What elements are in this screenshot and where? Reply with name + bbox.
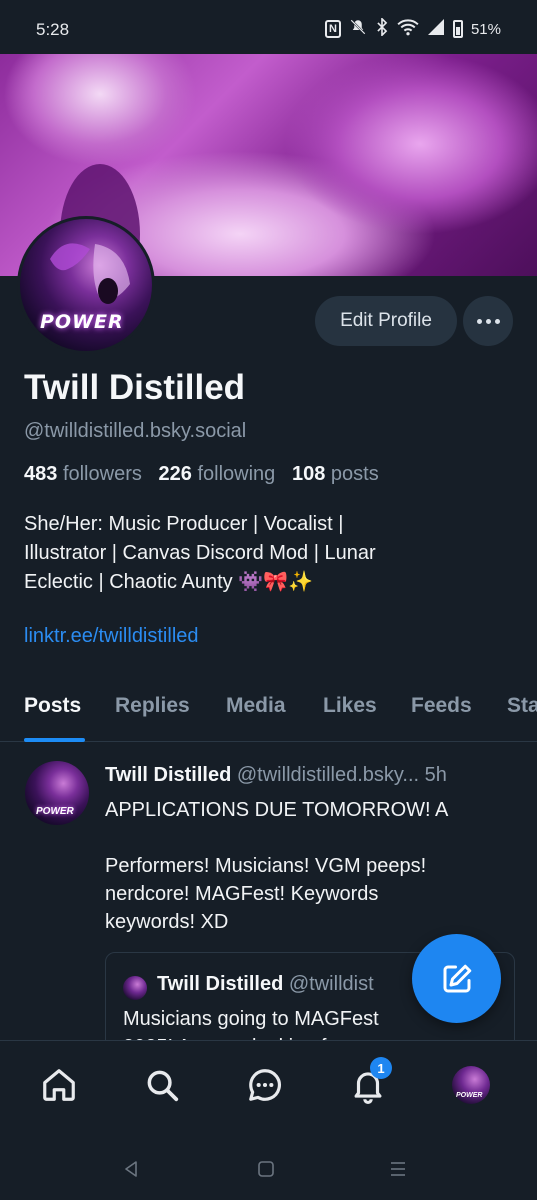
- status-bar: 5:28 N 51%: [0, 0, 537, 54]
- post-handle[interactable]: @twilldistilled.bsky...: [237, 764, 419, 786]
- tab-media[interactable]: Media: [226, 694, 286, 718]
- profile-avatar[interactable]: POWER: [17, 216, 155, 354]
- search-icon: [147, 1070, 179, 1102]
- post-header: Twill Distilled @twilldistilled.bsky... …: [105, 764, 525, 787]
- bio-line: She/Her: Music Producer | Vocalist |: [24, 513, 344, 535]
- tab-starter-packs[interactable]: Sta: [507, 694, 537, 718]
- display-name: Twill Distilled: [24, 368, 246, 407]
- chat-icon: [249, 1069, 281, 1101]
- quote-author: Twill Distilled: [157, 973, 284, 995]
- battery-icon: [452, 20, 463, 38]
- post-author[interactable]: Twill Distilled: [105, 764, 231, 786]
- system-back-button[interactable]: [116, 1154, 146, 1184]
- post-line: APPLICATIONS DUE TOMORROW! A: [105, 799, 449, 821]
- quote-header: Twill Distilled @twilldist: [157, 973, 374, 996]
- tab-feeds[interactable]: Feeds: [411, 694, 472, 718]
- active-tab-indicator: [24, 738, 85, 742]
- tab-posts[interactable]: Posts: [24, 694, 81, 718]
- post-line: keywords! XD: [105, 911, 229, 933]
- quote-avatar: [123, 976, 147, 1000]
- bluetooth-icon: [375, 16, 389, 40]
- post-line: [105, 824, 515, 852]
- profile-bio: She/Her: Music Producer | Vocalist | Ill…: [24, 510, 504, 597]
- battery-percent: 51%: [470, 20, 501, 38]
- bio-line: Illustrator | Canvas Discord Mod | Lunar: [24, 542, 376, 564]
- back-icon: [125, 1161, 137, 1177]
- avatar-logo-text: POWER: [40, 311, 124, 333]
- quote-handle: @twilldist: [288, 973, 374, 995]
- bottom-nav: 1 POWER: [0, 1040, 537, 1136]
- nav-home[interactable]: [35, 1061, 83, 1109]
- avatar-artwork: [50, 243, 130, 304]
- system-recents-button[interactable]: [383, 1154, 413, 1184]
- nav-chat[interactable]: [241, 1061, 289, 1109]
- edit-profile-button[interactable]: Edit Profile: [315, 296, 457, 346]
- more-options-button[interactable]: [463, 296, 513, 346]
- post-line: Performers! Musicians! VGM peeps!: [105, 855, 427, 877]
- post-body[interactable]: APPLICATIONS DUE TOMORROW! A Performers!…: [105, 796, 515, 936]
- tab-likes[interactable]: Likes: [323, 694, 377, 718]
- compose-button[interactable]: [412, 934, 501, 1023]
- posts-stat: 108 posts: [291, 463, 379, 485]
- square-icon: [258, 1161, 274, 1177]
- following-stat[interactable]: 226 following: [159, 463, 276, 485]
- nav-search[interactable]: [138, 1061, 186, 1109]
- signal-icon: [427, 18, 445, 40]
- profile-handle: @twilldistilled.bsky.social: [24, 420, 247, 442]
- post-avatar-logo-text: POWER: [36, 806, 74, 817]
- post-line: nerdcore! MAGFest! Keywords: [105, 883, 379, 905]
- system-nav-bar: [0, 1136, 537, 1200]
- ellipsis-icon: [476, 318, 482, 324]
- recents-icon: [391, 1162, 405, 1176]
- home-icon: [43, 1069, 75, 1101]
- nav-notifications[interactable]: 1: [344, 1057, 392, 1109]
- profile-stats: 483 followers 226 following 108 posts: [24, 463, 379, 486]
- status-icons: N 51%: [325, 16, 501, 40]
- bio-line: Eclectic | Chaotic Aunty 👾🎀✨: [24, 571, 313, 593]
- compose-icon: [443, 964, 471, 992]
- followers-stat[interactable]: 483 followers: [24, 463, 142, 485]
- nfc-icon: N: [325, 20, 341, 38]
- post-time: 5h: [424, 764, 447, 786]
- post-avatar[interactable]: POWER: [25, 761, 89, 825]
- tab-replies[interactable]: Replies: [115, 694, 190, 718]
- notification-badge: 1: [370, 1057, 392, 1079]
- status-time: 5:28: [36, 20, 70, 39]
- nav-avatar-logo-text: POWER: [456, 1092, 483, 1099]
- profile-tabs: Posts Replies Media Likes Feeds Sta: [0, 680, 537, 742]
- system-home-button[interactable]: [251, 1154, 281, 1184]
- wifi-icon: [397, 18, 419, 40]
- mute-icon: [349, 18, 367, 40]
- bio-link[interactable]: linktr.ee/twilldistilled: [24, 625, 199, 648]
- nav-profile[interactable]: POWER: [447, 1061, 495, 1109]
- nav-profile-avatar: POWER: [452, 1066, 490, 1104]
